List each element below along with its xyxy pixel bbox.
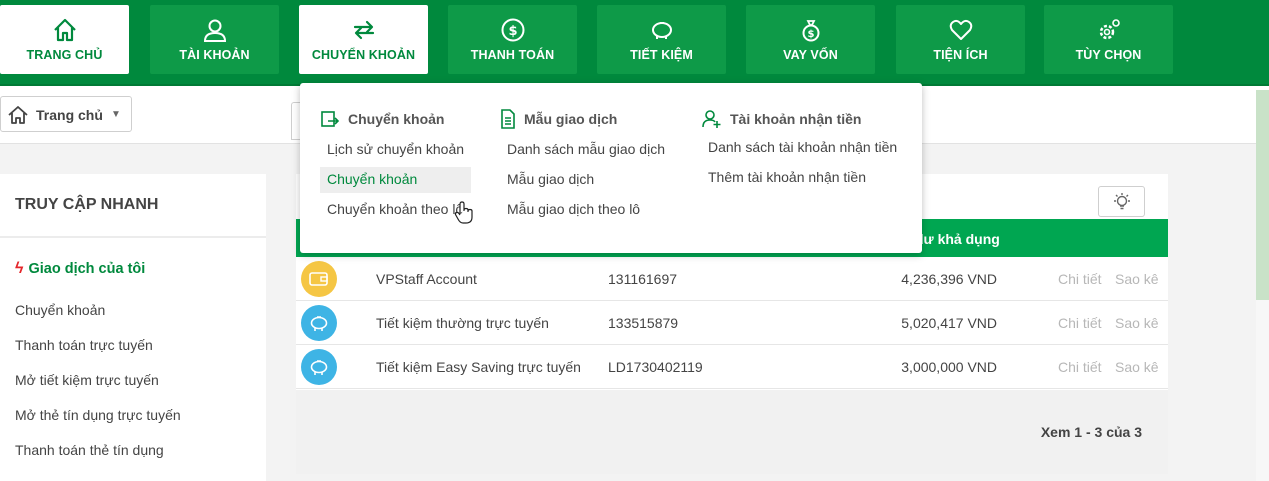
- transfer-dropdown-menu: Chuyển khoản Lịch sử chuyển khoản Chuyển…: [300, 83, 922, 253]
- dropdown-heading: Chuyển khoản: [320, 109, 490, 129]
- chevron-down-icon: ▼: [111, 109, 121, 120]
- nav-account-label: TÀI KHOẢN: [179, 48, 250, 62]
- nav-options-label: TÙY CHỌN: [1075, 48, 1142, 62]
- nav-utilities[interactable]: TIỆN ÍCH: [896, 5, 1025, 74]
- menu-item-batch-template[interactable]: Mẫu giao dịch theo lô: [507, 201, 640, 217]
- menu-item-template-list[interactable]: Danh sách mẫu giao dịch: [507, 141, 665, 157]
- account-avatar: [301, 349, 337, 385]
- hand-cursor-icon: [454, 201, 473, 224]
- dropdown-heading-label: Tài khoản nhận tiền: [730, 111, 862, 127]
- heart-icon: [949, 19, 972, 40]
- account-number: 133515879: [608, 315, 679, 331]
- table-row[interactable]: Tiết kiệm thường trực tuyến 133515879 5,…: [296, 301, 1168, 345]
- dropdown-heading-label: Mẫu giao dịch: [524, 111, 618, 127]
- quick-access-sidebar: TRUY CẬP NHANH ϟ Giao dịch của tôi Chuyển…: [0, 174, 266, 481]
- nav-account[interactable]: TÀI KHOẢN: [150, 5, 279, 74]
- nav-home-label: TRANG CHỦ: [26, 48, 103, 62]
- add-user-icon: [702, 110, 721, 128]
- detail-link[interactable]: Chi tiết: [1058, 315, 1102, 331]
- account-avatar: [301, 261, 337, 297]
- nav-home[interactable]: TRANG CHỦ: [0, 5, 129, 74]
- dropdown-heading: Tài khoản nhận tiền: [702, 109, 912, 129]
- sidebar-section-title[interactable]: ϟ Giao dịch của tôi: [15, 260, 145, 278]
- tips-button[interactable]: [1098, 186, 1145, 217]
- pagination-info: Xem 1 - 3 của 3: [1040, 424, 1142, 440]
- nav-payment[interactable]: $ THANH TOÁN: [448, 5, 577, 74]
- nav-transfer-label: CHUYỂN KHOẢN: [311, 48, 416, 62]
- breadcrumb-home-button[interactable]: Trang chủ ▼: [0, 96, 132, 132]
- sidebar-item-credit-card-payment[interactable]: Thanh toán thẻ tín dụng: [15, 442, 164, 458]
- sidebar-divider: [0, 236, 266, 238]
- nav-savings-label: TIẾT KIỆM: [630, 48, 693, 62]
- money-bag-icon: $: [802, 20, 819, 42]
- piggy-bank-icon: [310, 316, 328, 331]
- wallet-icon: [309, 272, 328, 286]
- menu-item-transfer[interactable]: Chuyển khoản: [320, 167, 472, 193]
- svg-text:$: $: [508, 24, 517, 39]
- transfer-icon: [353, 20, 374, 40]
- dropdown-heading: Mẫu giao dịch: [500, 109, 690, 129]
- nav-utilities-label: TIỆN ÍCH: [933, 48, 988, 62]
- sidebar-item-transfer[interactable]: Chuyển khoản: [15, 302, 105, 318]
- account-name: Tiết kiệm thường trực tuyến: [376, 315, 549, 331]
- detail-link[interactable]: Chi tiết: [1058, 359, 1102, 375]
- menu-item-beneficiary-list[interactable]: Danh sách tài khoản nhận tiền: [708, 139, 897, 155]
- piggy-bank-icon: [310, 360, 328, 375]
- sidebar-item-open-credit-card[interactable]: Mở thẻ tín dụng trực tuyến: [15, 407, 181, 423]
- account-balance: 3,000,000 VND: [901, 359, 997, 375]
- dropdown-column-transfer: Chuyển khoản Lịch sử chuyển khoản Chuyển…: [320, 109, 490, 224]
- account-number: 131161697: [608, 271, 678, 287]
- sidebar-title: TRUY CẬP NHANH: [15, 196, 159, 213]
- sidebar-item-open-savings[interactable]: Mở tiết kiệm trực tuyến: [15, 372, 159, 388]
- account-number: LD1730402119: [608, 359, 703, 375]
- statement-link[interactable]: Sao kê: [1115, 315, 1159, 331]
- piggy-bank-icon: [651, 22, 672, 39]
- scrollbar-thumb[interactable]: [1256, 90, 1269, 300]
- user-icon: [203, 19, 226, 42]
- menu-item-template[interactable]: Mẫu giao dịch: [507, 171, 594, 187]
- statement-link[interactable]: Sao kê: [1115, 271, 1159, 287]
- lightning-icon: ϟ: [15, 260, 24, 277]
- nav-loan-label: VAY VỐN: [783, 48, 838, 62]
- nav-options[interactable]: TÙY CHỌN: [1044, 5, 1173, 74]
- account-balance: 4,236,396 VND: [901, 271, 997, 287]
- transfer-document-icon: [321, 111, 340, 127]
- lightbulb-icon: [1114, 193, 1130, 210]
- home-icon: [8, 106, 28, 124]
- menu-item-add-beneficiary[interactable]: Thêm tài khoản nhận tiền: [708, 169, 866, 185]
- dollar-icon: $: [501, 18, 524, 42]
- svg-text:$: $: [807, 29, 814, 40]
- account-name: VPStaff Account: [376, 271, 477, 287]
- top-nav: TRANG CHỦ TÀI KHOẢN CHUYỂN KHOẢN $ THANH…: [0, 0, 1269, 87]
- detail-link[interactable]: Chi tiết: [1058, 271, 1102, 287]
- account-avatar: [301, 305, 337, 341]
- account-name: Tiết kiệm Easy Saving trực tuyến: [376, 359, 581, 375]
- table-row[interactable]: Tiết kiệm Easy Saving trực tuyến LD17304…: [296, 345, 1168, 389]
- dropdown-column-templates: Mẫu giao dịch Danh sách mẫu giao dịch Mẫ…: [500, 109, 690, 217]
- statement-link[interactable]: Sao kê: [1115, 359, 1159, 375]
- dropdown-heading-label: Chuyển khoản: [348, 111, 445, 127]
- nav-savings[interactable]: TIẾT KIỆM: [597, 5, 726, 74]
- nav-payment-label: THANH TOÁN: [470, 48, 555, 62]
- menu-item-batch-transfer[interactable]: Chuyển khoản theo lô: [327, 201, 463, 217]
- nav-loan[interactable]: $ VAY VỐN: [746, 5, 875, 74]
- gear-icon: [1099, 19, 1120, 40]
- nav-transfer[interactable]: CHUYỂN KHOẢN: [299, 5, 428, 74]
- sidebar-item-online-payment[interactable]: Thanh toán trực tuyến: [15, 337, 153, 353]
- page-scrollbar[interactable]: [1256, 90, 1269, 481]
- table-footer: Xem 1 - 3 của 3: [296, 390, 1168, 474]
- home-icon: [53, 18, 76, 42]
- table-row[interactable]: VPStaff Account 131161697 4,236,396 VND …: [296, 257, 1168, 301]
- document-icon: [501, 109, 515, 129]
- account-balance: 5,020,417 VND: [901, 315, 997, 331]
- dropdown-column-beneficiaries: Tài khoản nhận tiền Danh sách tài khoản …: [702, 109, 912, 185]
- breadcrumb-label: Trang chủ: [36, 107, 103, 123]
- balance-column-header: dư khả dụng: [915, 231, 1000, 247]
- menu-item-transfer-history[interactable]: Lịch sử chuyển khoản: [327, 141, 464, 157]
- sidebar-section-label: Giao dịch của tôi: [28, 261, 146, 277]
